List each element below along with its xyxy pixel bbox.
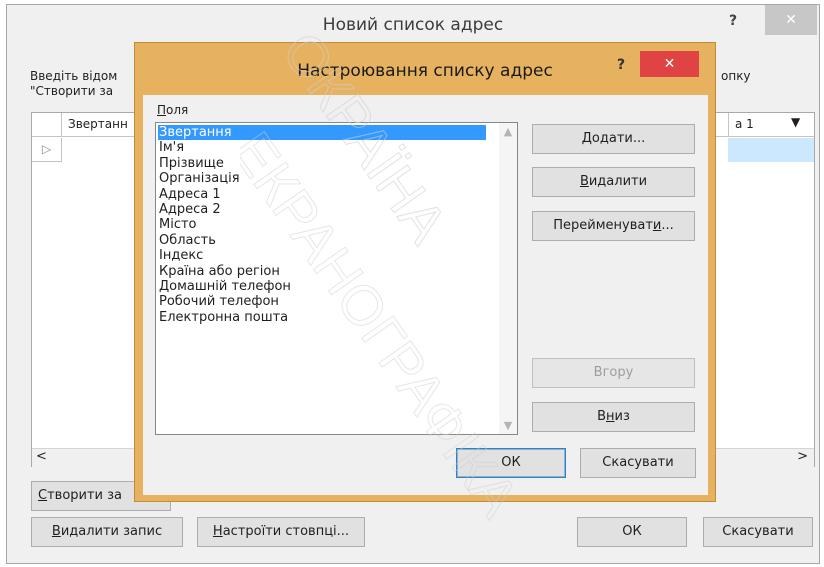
inner-cancel-button[interactable]: Скасувати [580,448,696,478]
outer-close-button[interactable]: ✕ [765,5,817,35]
list-item[interactable]: Прізвище [158,156,486,171]
list-item[interactable]: Організація [158,171,486,186]
selected-cell[interactable] [728,138,814,162]
customize-address-list-dialog: Настроювання списку адрес ? ✕ Поля Зверт… [134,42,716,502]
move-up-button[interactable]: Вгору [532,358,695,388]
grid-column-header-label: а 1 [735,117,754,131]
delete-entry-button[interactable]: Видалити запис [31,517,183,547]
outer-ok-button[interactable]: ОК [577,517,687,547]
customize-columns-label: астроїти стовпці... [222,524,350,539]
delete-field-label: идалити [588,174,648,189]
delete-entry-label: идалити запис [60,524,163,539]
outer-instruction-text-right: опку [721,69,751,83]
rename-field-ellipsis: ... [661,218,674,233]
move-down-accel: н [606,409,615,424]
inner-dialog-title: Настроювання списку адрес [297,61,553,81]
inner-help-button[interactable]: ? [617,57,625,73]
list-item[interactable]: Ім'я [158,140,486,155]
list-item[interactable]: Область [158,233,486,248]
create-entry-label: творити за [47,488,122,503]
outer-cancel-button[interactable]: Скасувати [703,517,813,547]
rename-field-button[interactable]: Перейменувати... [532,211,695,241]
add-field-button[interactable]: Додати... [532,124,695,154]
list-item[interactable]: Адреса 1 [158,187,486,202]
move-down-label-post: из [614,409,630,424]
list-item[interactable]: Звертання [158,125,486,141]
scroll-up-icon[interactable]: ▲ [499,125,517,138]
list-item[interactable]: Адреса 2 [158,202,486,217]
delete-entry-accel: В [51,524,61,539]
chevron-down-icon[interactable]: ▼ [791,115,800,129]
scroll-right-icon[interactable]: > [797,449,808,464]
fields-label-text: оля [166,103,189,117]
create-entry-accel: С [38,488,48,503]
list-item[interactable]: Електронна пошта [158,310,486,325]
inner-close-button[interactable]: ✕ [640,51,699,77]
add-field-label: одати... [591,131,646,146]
move-down-button[interactable]: Вниз [532,402,695,432]
outer-help-button[interactable]: ? [729,13,737,29]
list-item[interactable]: Домашній телефон [158,279,486,294]
row-indicator-icon: ▷ [32,138,62,162]
fields-label: Поля [157,103,188,117]
delete-field-accel: В [579,174,589,189]
vertical-scrollbar[interactable]: ▲ ▼ [499,123,517,434]
rename-field-label: Перейменуват [553,218,653,233]
list-item[interactable]: Робочий телефон [158,294,486,309]
grid-column-header-title[interactable]: Звертанн [68,117,128,131]
list-item[interactable]: Місто [158,217,486,232]
fields-list: Звертання Ім'я Прізвище Організація Адреса 1… [156,123,517,325]
delete-field-button[interactable]: Видалити [532,167,695,197]
customize-columns-accel: Н [212,524,223,539]
grid-column-header-address[interactable]: а 1 ▼ [728,113,814,136]
fields-label-accel: П [157,103,167,117]
scroll-down-icon[interactable]: ▼ [499,419,517,432]
grid-corner-cell [32,113,62,137]
add-field-accel: Д [581,131,592,146]
move-down-label-pre: В [597,409,607,424]
outer-dialog-title: Новий список адрес [322,15,504,35]
outer-instruction-text: Введіть відом "Створити за [30,69,118,98]
fields-listbox[interactable]: Звертання Ім'я Прізвище Організація Адреса 1… [155,122,518,435]
list-item[interactable]: Індекс [158,248,486,263]
inner-dialog-body: Поля Звертання Ім'я Прізвище Організація Адр… [143,95,708,495]
inner-ok-button[interactable]: ОК [456,448,566,478]
list-item[interactable]: Країна або регіон [158,264,486,279]
customize-columns-button[interactable]: Настроїти стовпці... [197,517,365,547]
scroll-left-icon[interactable]: < [36,449,47,464]
